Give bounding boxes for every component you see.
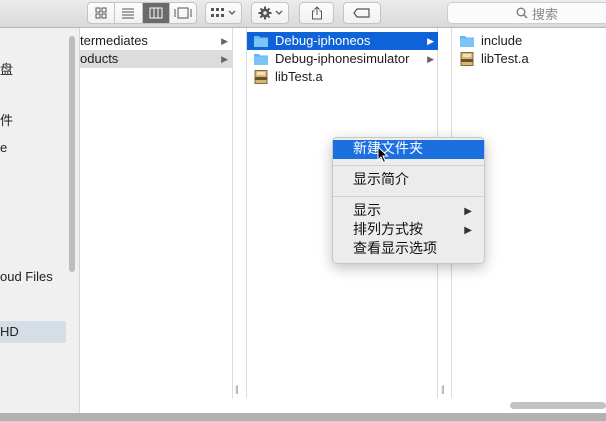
- group-grid-icon: [211, 8, 224, 17]
- gear-icon: [258, 6, 271, 20]
- search-icon: [516, 7, 528, 19]
- chevron-right-icon: ▶: [427, 36, 434, 46]
- search-field[interactable]: 搜索: [447, 2, 606, 24]
- list-item[interactable]: libTest.a: [247, 68, 438, 86]
- chevron-right-icon: ▶: [427, 54, 434, 64]
- list-item-label: Debug-iphoneos: [275, 33, 371, 48]
- archive-file-icon: [254, 70, 268, 84]
- menu-item-label: 显示简介: [353, 172, 409, 188]
- context-menu: 新建文件夹 显示简介 显示 ▶ 排列方式按 ▶ 查看显示选项: [332, 137, 485, 264]
- action-menu-button[interactable]: [251, 2, 289, 24]
- search-placeholder: 搜索: [532, 6, 559, 22]
- list-icon: [122, 8, 135, 19]
- list-item-label: libTest.a: [481, 51, 529, 66]
- menu-item-label: 查看显示选项: [353, 241, 437, 257]
- list-item[interactable]: termediates ▶: [80, 32, 232, 50]
- menu-item-view-options[interactable]: 查看显示选项: [333, 240, 484, 259]
- share-button[interactable]: [299, 2, 334, 24]
- menu-item-sort-by[interactable]: 排列方式按 ▶: [333, 221, 484, 240]
- chevron-right-icon: ▶: [221, 54, 228, 64]
- chevron-down-icon: [275, 10, 282, 15]
- chevron-down-icon: [228, 10, 236, 15]
- column-view-button[interactable]: [142, 3, 170, 23]
- sidebar-item-hd[interactable]: HD: [0, 321, 66, 343]
- list-item-label: termediates: [80, 33, 148, 48]
- mouse-pointer-icon: [377, 146, 389, 164]
- column-resize-handle[interactable]: ||: [235, 384, 239, 413]
- list-item[interactable]: Debug-iphonesimulator ▶: [247, 50, 438, 68]
- menu-item-new-folder[interactable]: 新建文件夹: [333, 140, 484, 159]
- list-item-label: oducts: [80, 51, 119, 66]
- list-item-label: Debug-iphonesimulator: [275, 51, 410, 66]
- edit-tags-button[interactable]: [343, 2, 381, 24]
- list-view-button[interactable]: [115, 3, 143, 23]
- horizontal-scrollbar[interactable]: [510, 402, 606, 409]
- sidebar-item-disk[interactable]: 盘: [0, 60, 66, 80]
- gallery-icon: [174, 7, 192, 19]
- menu-item-get-info[interactable]: 显示简介: [333, 171, 484, 190]
- submenu-arrow-icon: ▶: [464, 206, 472, 217]
- list-item-label: include: [481, 33, 523, 48]
- sidebar-item-documents[interactable]: 件: [0, 111, 66, 131]
- list-item-label: libTest.a: [275, 69, 323, 84]
- list-item-selected[interactable]: Debug-iphoneos ▶: [247, 32, 438, 50]
- list-item[interactable]: libTest.a: [452, 50, 606, 68]
- window-bottom-edge: [0, 413, 606, 421]
- folder-icon: [460, 36, 474, 47]
- finder-toolbar: 搜索: [0, 0, 606, 28]
- share-icon: [311, 6, 322, 20]
- menu-item-show[interactable]: 显示 ▶: [333, 202, 484, 221]
- column-products-parent: termediates ▶ oducts ▶: [80, 28, 233, 398]
- gallery-view-button[interactable]: [170, 3, 196, 23]
- chevron-right-icon: ▶: [221, 36, 228, 46]
- menu-separator: [333, 196, 484, 197]
- column-resize-handle[interactable]: ||: [441, 384, 445, 413]
- sidebar-scrollbar[interactable]: [69, 36, 75, 272]
- group-by-button[interactable]: [205, 2, 242, 24]
- view-mode-segmented-control[interactable]: [87, 2, 197, 24]
- list-item[interactable]: oducts ▶: [80, 50, 232, 68]
- folder-icon: [254, 54, 268, 65]
- list-item[interactable]: include: [452, 32, 606, 50]
- archive-file-icon: [460, 52, 474, 66]
- grid-icon: [95, 7, 107, 19]
- tag-icon: [353, 8, 370, 18]
- folder-icon: [254, 36, 268, 47]
- sidebar-item-icloud-files[interactable]: oud Files: [0, 267, 66, 287]
- submenu-arrow-icon: ▶: [464, 225, 472, 236]
- sidebar: 盘 件 e oud Files HD: [0, 28, 80, 413]
- menu-separator: [333, 165, 484, 166]
- sidebar-item-e[interactable]: e: [0, 138, 66, 158]
- menu-item-label: 排列方式按: [353, 222, 423, 238]
- columns-icon: [149, 7, 163, 19]
- icon-view-button[interactable]: [88, 3, 116, 23]
- menu-item-label: 显示: [353, 203, 381, 219]
